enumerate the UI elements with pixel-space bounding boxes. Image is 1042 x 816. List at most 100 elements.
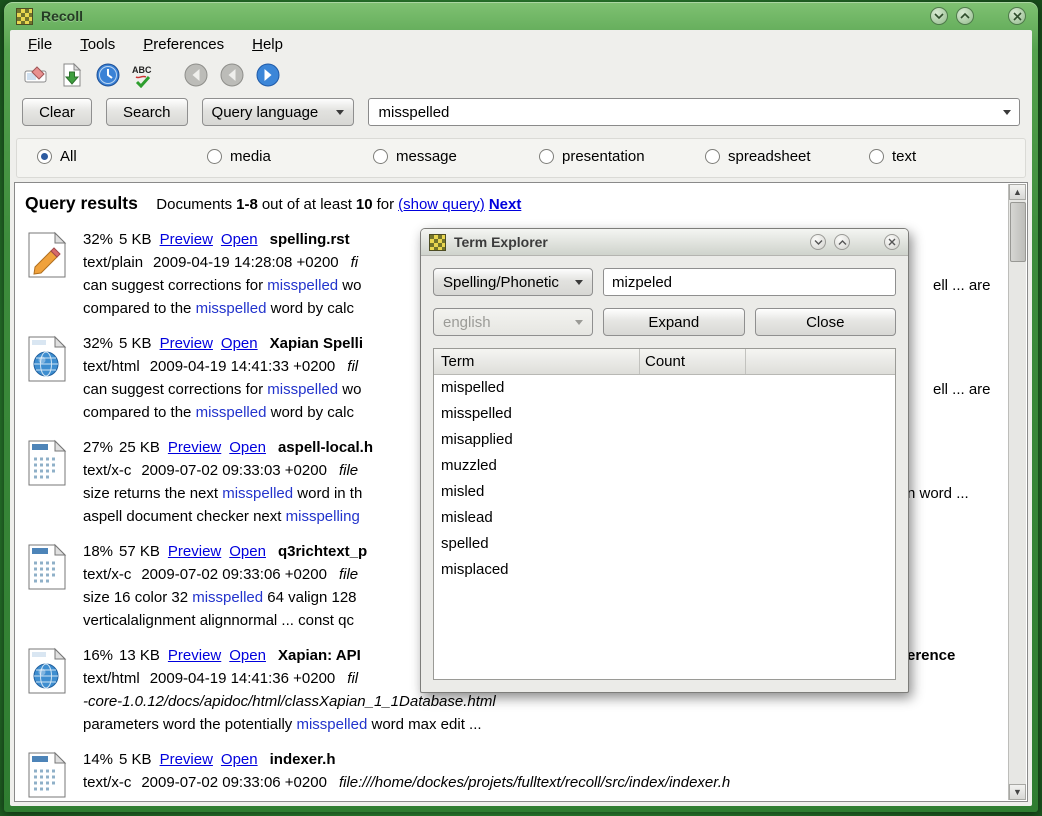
table-row[interactable]: spelled bbox=[434, 531, 895, 557]
clear-search-icon[interactable] bbox=[22, 61, 50, 89]
search-row: Clear Search Query language bbox=[10, 92, 1032, 132]
result-title: q3richtext_p bbox=[278, 543, 367, 560]
chevron-down-icon bbox=[575, 280, 583, 285]
close-dialog-button[interactable]: Close bbox=[755, 308, 897, 336]
open-link[interactable]: Open bbox=[229, 439, 266, 456]
maximize-button[interactable] bbox=[834, 234, 850, 250]
preview-link[interactable]: Preview bbox=[160, 751, 213, 768]
preview-link[interactable]: Preview bbox=[168, 543, 221, 560]
term-input[interactable] bbox=[603, 268, 896, 296]
text-document-icon bbox=[23, 228, 83, 320]
window-title: Recoll bbox=[41, 8, 83, 24]
result-title: indexer.h bbox=[270, 751, 336, 768]
open-link[interactable]: Open bbox=[221, 751, 258, 768]
language-combo: english bbox=[433, 308, 593, 336]
result-title: aspell-local.h bbox=[278, 439, 373, 456]
results-heading: Query results bbox=[25, 193, 138, 213]
filter-text[interactable]: text bbox=[869, 148, 916, 165]
snippet-fragment: ell ... are bbox=[933, 378, 991, 401]
source-document-icon bbox=[23, 540, 83, 632]
preview-link[interactable]: Preview bbox=[160, 231, 213, 248]
table-row[interactable]: muzzled bbox=[434, 453, 895, 479]
result-item: 14%5 KBPreviewOpenindexer.h text/x-c2009… bbox=[23, 748, 1001, 801]
term-explorer-title: Term Explorer bbox=[454, 234, 548, 250]
html-document-icon bbox=[23, 332, 83, 424]
filter-spreadsheet[interactable]: spreadsheet bbox=[705, 148, 811, 165]
close-button[interactable] bbox=[1008, 7, 1026, 25]
filter-message[interactable]: message bbox=[373, 148, 457, 165]
snippet-line: -core-1.0.12/docs/apidoc/html/classXapia… bbox=[83, 690, 1001, 713]
term-table-header: Term Count bbox=[434, 349, 895, 375]
query-language-combo[interactable]: Query language bbox=[202, 98, 354, 126]
shade-button[interactable] bbox=[930, 7, 948, 25]
first-page-icon[interactable] bbox=[182, 61, 210, 89]
scroll-up-icon[interactable]: ▲ bbox=[1009, 184, 1026, 200]
scroll-thumb[interactable] bbox=[1010, 202, 1026, 262]
table-row[interactable]: misapplied bbox=[434, 427, 895, 453]
title-fragment: erence bbox=[907, 644, 955, 667]
term-explorer-window: Term Explorer Spelling/Phonetic english … bbox=[420, 228, 909, 693]
show-query-link[interactable]: (show query) bbox=[398, 196, 485, 213]
prev-page-icon[interactable] bbox=[218, 61, 246, 89]
radio-icon bbox=[705, 149, 720, 164]
search-entry-combo[interactable] bbox=[368, 98, 1020, 126]
filter-media[interactable]: media bbox=[207, 148, 271, 165]
filter-all[interactable]: All bbox=[37, 148, 77, 165]
chevron-down-icon[interactable] bbox=[1003, 110, 1011, 115]
expand-button[interactable]: Expand bbox=[603, 308, 745, 336]
chevron-down-icon bbox=[934, 12, 944, 20]
menu-file[interactable]: File bbox=[22, 34, 58, 55]
menu-help[interactable]: Help bbox=[246, 34, 289, 55]
table-row[interactable]: misplaced bbox=[434, 557, 895, 583]
preview-link[interactable]: Preview bbox=[160, 335, 213, 352]
next-page-link[interactable]: Next bbox=[489, 196, 522, 213]
table-row[interactable]: misled bbox=[434, 479, 895, 505]
open-link[interactable]: Open bbox=[221, 231, 258, 248]
preview-link[interactable]: Preview bbox=[168, 439, 221, 456]
menu-tools[interactable]: Tools bbox=[74, 34, 121, 55]
radio-icon bbox=[869, 149, 884, 164]
result-title: spelling.rst bbox=[270, 231, 350, 248]
toolbar: ABC bbox=[10, 58, 1032, 92]
scroll-down-icon[interactable]: ▼ bbox=[1009, 784, 1026, 800]
history-icon[interactable] bbox=[94, 61, 122, 89]
open-link[interactable]: Open bbox=[221, 335, 258, 352]
open-link[interactable]: Open bbox=[229, 543, 266, 560]
radio-icon bbox=[37, 149, 52, 164]
term-column-header[interactable]: Term bbox=[434, 349, 640, 374]
table-row[interactable]: mislead bbox=[434, 505, 895, 531]
term-explorer-titlebar[interactable]: Term Explorer bbox=[421, 229, 908, 256]
preview-link[interactable]: Preview bbox=[168, 647, 221, 664]
close-button[interactable] bbox=[884, 234, 900, 250]
search-input[interactable] bbox=[377, 103, 1003, 122]
expand-mode-combo[interactable]: Spelling/Phonetic bbox=[433, 268, 593, 296]
term-table: Term Count mispelled misspelled misappli… bbox=[433, 348, 896, 680]
term-explorer-icon[interactable]: ABC bbox=[130, 61, 158, 89]
open-link[interactable]: Open bbox=[229, 647, 266, 664]
chevron-up-icon bbox=[960, 12, 970, 20]
filter-presentation[interactable]: presentation bbox=[539, 148, 645, 165]
next-page-icon[interactable] bbox=[254, 61, 282, 89]
recoll-app-icon bbox=[16, 8, 33, 25]
maximize-button[interactable] bbox=[956, 7, 974, 25]
results-scrollbar[interactable]: ▲ ▼ bbox=[1008, 184, 1026, 800]
radio-icon bbox=[539, 149, 554, 164]
table-row[interactable]: mispelled bbox=[434, 375, 895, 401]
search-button[interactable]: Search bbox=[106, 98, 188, 126]
chevron-down-icon bbox=[336, 110, 344, 115]
titlebar[interactable]: Recoll bbox=[4, 2, 1038, 30]
clear-button[interactable]: Clear bbox=[22, 98, 92, 126]
recoll-app-icon bbox=[429, 234, 446, 251]
table-row[interactable]: misspelled bbox=[434, 401, 895, 427]
run-query-icon[interactable] bbox=[58, 61, 86, 89]
results-header: Query results Documents1-8out of at leas… bbox=[25, 193, 1001, 214]
snippet-fragment: ell ... are bbox=[933, 274, 991, 297]
menu-preferences[interactable]: Preferences bbox=[137, 34, 230, 55]
shade-button[interactable] bbox=[810, 234, 826, 250]
term-explorer-body: Spelling/Phonetic english Expand Close T… bbox=[421, 256, 908, 692]
count-column-header[interactable]: Count bbox=[640, 349, 746, 374]
chevron-up-icon bbox=[838, 239, 847, 246]
source-document-icon bbox=[23, 748, 83, 801]
close-icon bbox=[1013, 12, 1022, 21]
close-icon bbox=[888, 238, 896, 246]
